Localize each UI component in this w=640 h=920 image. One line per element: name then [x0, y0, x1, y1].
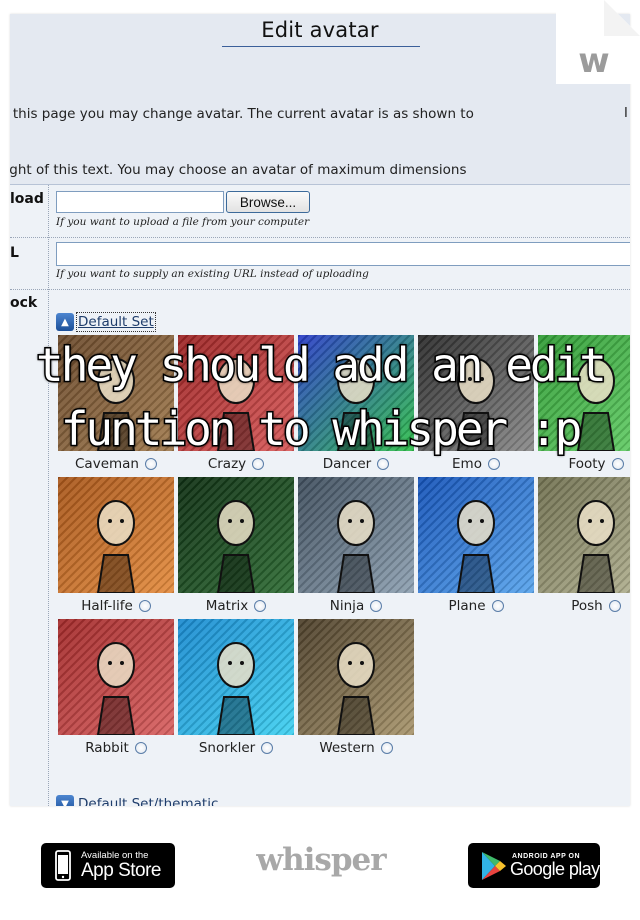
- avatar-option[interactable]: Western: [298, 619, 414, 761]
- default-set-thematic-link[interactable]: Default Set/thematic: [78, 796, 218, 806]
- avatar-name: Ninja: [329, 598, 365, 614]
- upload-hint: If you want to upload a file from your c…: [56, 216, 310, 228]
- avatar-radio[interactable]: [254, 600, 267, 612]
- avatar-thumbnail[interactable]: [298, 619, 414, 735]
- google-play-icon: [482, 851, 506, 880]
- avatar-label: Western: [298, 740, 414, 756]
- avatar-label: Snorkler: [178, 740, 294, 756]
- app-store-badge[interactable]: Available on the App Store: [41, 843, 175, 888]
- avatar-character-icon: [216, 500, 256, 593]
- avatar-option[interactable]: Snorkler: [178, 619, 294, 761]
- avatar-label: Rabbit: [58, 740, 174, 756]
- avatar-option[interactable]: Matrix: [178, 477, 294, 619]
- url-input[interactable]: [56, 242, 630, 266]
- iphone-icon: [55, 849, 71, 881]
- url-hint: If you want to supply an existing URL in…: [56, 268, 369, 280]
- avatar-thumbnail[interactable]: [418, 477, 534, 593]
- avatar-form: load Browse... If you want to upload a f…: [10, 184, 630, 806]
- whisper-logo: whisper: [256, 842, 386, 878]
- default-set-toggle[interactable]: ▲ Default Set: [56, 312, 156, 332]
- avatar-character-icon: [96, 642, 136, 735]
- avatar-label: Half-life: [58, 598, 174, 614]
- avatar-character-icon: [576, 500, 616, 593]
- avatar-name: Plane: [448, 598, 486, 614]
- avatar-thumbnail[interactable]: [58, 477, 174, 593]
- row-divider: [10, 237, 630, 238]
- avatar-name: Rabbit: [85, 740, 129, 756]
- whisper-w-icon: w: [578, 41, 609, 81]
- avatar-option[interactable]: Half-life: [58, 477, 174, 619]
- avatar-radio[interactable]: [380, 742, 393, 754]
- url-label: L: [10, 245, 19, 261]
- whisper-caption: they should add an edit funtion to whisp…: [0, 333, 640, 461]
- avatar-option[interactable]: Plane: [418, 477, 534, 619]
- collapse-up-icon: ▲: [56, 313, 74, 331]
- caption-line: they should add an edit: [35, 337, 609, 394]
- avatar-thumbnail[interactable]: [298, 477, 414, 593]
- avatar-name: Posh: [571, 598, 603, 614]
- page-title: Edit avatar: [261, 18, 379, 42]
- avatar-radio[interactable]: [138, 600, 151, 612]
- expand-down-icon: ▼: [56, 795, 74, 806]
- upload-file-input[interactable]: [56, 191, 224, 213]
- avatar-thumbnail[interactable]: [178, 477, 294, 593]
- avatar-character-icon: [216, 642, 256, 735]
- avatar-radio[interactable]: [370, 600, 383, 612]
- avatar-option[interactable]: Rabbit: [58, 619, 174, 761]
- avatar-radio[interactable]: [608, 600, 621, 612]
- avatar-name: Snorkler: [198, 740, 256, 756]
- default-set-thematic-toggle[interactable]: ▼ Default Set/thematic: [56, 795, 218, 806]
- avatar-label: Plane: [418, 598, 534, 614]
- avatar-option[interactable]: Posh: [538, 477, 630, 619]
- avatar-label: Posh: [538, 598, 630, 614]
- avatar-name: Western: [319, 740, 375, 756]
- caption-line: funtion to whisper :p: [59, 401, 584, 458]
- avatar-option[interactable]: Ninja: [298, 477, 414, 619]
- title-underline: [222, 46, 420, 47]
- avatar-thumbnail[interactable]: [58, 619, 174, 735]
- avatar-character-icon: [96, 500, 136, 593]
- avatar-label: Ninja: [298, 598, 414, 614]
- avatar-character-icon: [336, 500, 376, 593]
- column-divider: [48, 185, 49, 806]
- avatar-character-icon: [336, 642, 376, 735]
- avatar-radio[interactable]: [491, 600, 504, 612]
- stock-label: ock: [10, 295, 38, 311]
- avatar-radio[interactable]: [134, 742, 147, 754]
- avatar-character-icon: [456, 500, 496, 593]
- avatar-thumbnail[interactable]: [178, 619, 294, 735]
- row-divider: [10, 289, 630, 290]
- avatar-name: Half-life: [81, 598, 133, 614]
- avatar-radio[interactable]: [261, 742, 274, 754]
- google-play-big-text: Google play: [510, 859, 600, 879]
- avatar-name: Matrix: [205, 598, 249, 614]
- avatar-label: Matrix: [178, 598, 294, 614]
- app-store-big-text: App Store: [81, 859, 162, 881]
- avatar-thumbnail[interactable]: [538, 477, 630, 593]
- default-set-link[interactable]: Default Set: [76, 312, 156, 332]
- whisper-corner-logo: w: [556, 0, 640, 84]
- intro-right-fragment: I: [624, 106, 628, 121]
- browse-button[interactable]: Browse...: [226, 191, 310, 213]
- intro-line: n this page you may change avatar. The c…: [10, 106, 474, 122]
- intro-line: right of this text. You may choose an av…: [10, 161, 467, 178]
- upload-label: load: [10, 191, 44, 207]
- google-play-badge[interactable]: ANDROID APP ON Google play: [468, 843, 600, 888]
